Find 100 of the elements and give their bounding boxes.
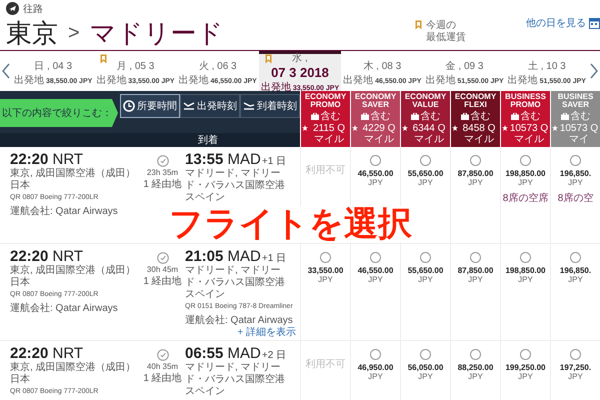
baggage-label: 含む [520, 111, 540, 122]
fare-price: 33,550.00 [308, 266, 344, 275]
radio-button[interactable] [470, 252, 481, 263]
airport-name: マドリード, マドリード・バラハス国際空港 [185, 168, 286, 192]
stops-count: 1 経由地 [143, 373, 182, 385]
fare-class-name: BUSINES SAVER [556, 93, 594, 109]
currency-label: JPY [468, 372, 483, 381]
clock-icon [156, 349, 168, 361]
fare-class-name: ECONOMY PROMO [304, 93, 348, 109]
destination-city: マドリード [90, 16, 224, 50]
takeoff-icon [183, 100, 195, 112]
flight-duration: 40h 35m [146, 361, 178, 372]
stops-count: 1 経由地 [143, 276, 182, 288]
fare-class-name: ECONOMY SAVER [354, 93, 398, 109]
filter-label: 以下の内容で絞りこむ： [0, 99, 118, 127]
clock-icon [156, 155, 168, 167]
sort-button[interactable]: 出発時刻 [180, 94, 240, 118]
flight-time: 21:05 MAD [185, 249, 261, 265]
baggage-label: 含む [420, 111, 440, 122]
flight-time: 06:55 MAD [185, 346, 261, 362]
radio-button[interactable] [420, 155, 431, 166]
calendar-icon[interactable] [589, 17, 600, 29]
fare-price: 87,850.00 [458, 169, 494, 178]
details-link[interactable]: + 詳細を表示 [237, 327, 296, 339]
other-dates-link[interactable]: 他の日を見る [526, 16, 586, 30]
briefcase-icon [360, 113, 368, 120]
unavailable-label: 利用不可 [306, 164, 346, 177]
briefcase-icon [460, 113, 468, 120]
currency-label: JPY [568, 275, 583, 284]
sort-button[interactable]: 所要時間 [120, 94, 180, 118]
origin-city: 東京 [6, 16, 58, 50]
sort-button[interactable]: 到着時刻 [240, 94, 300, 118]
fare-price: 46,950.00 [358, 363, 394, 372]
fare-price: 196,850. [560, 266, 592, 275]
fare-price: 56,050.00 [408, 363, 444, 372]
clock-icon [123, 100, 135, 112]
operator-label: 運航会社: Qatar Airways [185, 315, 294, 326]
radio-button[interactable] [470, 349, 481, 360]
radio-button[interactable] [570, 252, 581, 263]
fare-price: 55,650.00 [408, 169, 444, 178]
currency-label: JPY [418, 275, 433, 284]
fare-class-name: ECONOMY VALUE [404, 93, 448, 109]
radio-button[interactable] [570, 155, 581, 166]
miles-label: 2115 Qマイル [312, 123, 346, 145]
day-offset: +1 日 [262, 155, 286, 168]
currency-label: JPY [468, 275, 483, 284]
flight-time: 13:55 MAD [185, 152, 261, 168]
miles-label: 10573 Qマイ [559, 123, 599, 145]
country-name: スペイン [185, 192, 226, 204]
fare-class-name: ECONOMY FLEXI [454, 93, 498, 109]
airport-name: 東京, 成田国際空港（成田） [10, 265, 137, 276]
miles-label: 10573 Qマイル [509, 123, 549, 145]
currency-label: JPY [568, 372, 583, 381]
miles-label: 8458 Qマイル [462, 123, 496, 145]
country-name: スペイン [185, 386, 226, 398]
country-name: 日本 [10, 277, 31, 289]
airport-name: 東京, 成田国際空港（成田） [10, 362, 137, 374]
fare-class-name: BUSINESS PROMO [504, 93, 547, 109]
currency-label: JPY [518, 178, 533, 187]
bookmark-icon [415, 20, 422, 30]
flight-duration: 23h 35m [146, 167, 178, 178]
flight-time: 22:20 NRT [10, 346, 84, 362]
currency-label: JPY [518, 372, 533, 381]
fare-price: 197,250. [560, 363, 592, 372]
legend-label: 今週の 最低運賃 [426, 20, 466, 44]
radio-button[interactable] [370, 252, 381, 263]
currency-label: JPY [468, 178, 483, 187]
radio-button[interactable] [520, 349, 531, 360]
briefcase-icon [510, 113, 518, 120]
briefcase-icon [410, 113, 418, 120]
baggage-label: 含む [370, 111, 390, 122]
route-separator: > [68, 22, 80, 44]
seats-left: 8席の空席 [502, 192, 548, 205]
radio-button[interactable] [520, 252, 531, 263]
fare-price: 198,850.00 [505, 169, 546, 178]
flight-time: 22:20 NRT [10, 249, 84, 265]
flight-time: 22:20 NRT [10, 152, 84, 168]
radio-button[interactable] [470, 155, 481, 166]
fare-price: 46,550.00 [358, 169, 394, 178]
fare-price: 198,850.00 [505, 266, 546, 275]
baggage-label: 含む [470, 111, 490, 122]
briefcase-icon [310, 113, 318, 120]
fare-price: 87,850.00 [458, 266, 494, 275]
airport-name: マドリード, マドリード・バラハス国際空港 [185, 362, 286, 386]
airport-name: マドリード, マドリード・バラハス国際空港 [185, 265, 286, 289]
radio-button[interactable] [570, 349, 581, 360]
baggage-label: 含む [570, 111, 590, 122]
radio-button[interactable] [420, 252, 431, 263]
fare-price: 199,250.00 [505, 363, 546, 372]
day-offset: +1 日 [262, 252, 286, 265]
landing-icon [243, 100, 255, 112]
fare-price: 196,850. [560, 169, 592, 178]
radio-button[interactable] [320, 252, 331, 263]
previous-dates-icon [2, 63, 10, 79]
radio-button[interactable] [420, 349, 431, 360]
unavailable-label: 利用不可 [306, 358, 346, 371]
stops-count: 1 経由地 [143, 179, 182, 191]
radio-button[interactable] [370, 155, 381, 166]
radio-button[interactable] [520, 155, 531, 166]
radio-button[interactable] [370, 349, 381, 360]
